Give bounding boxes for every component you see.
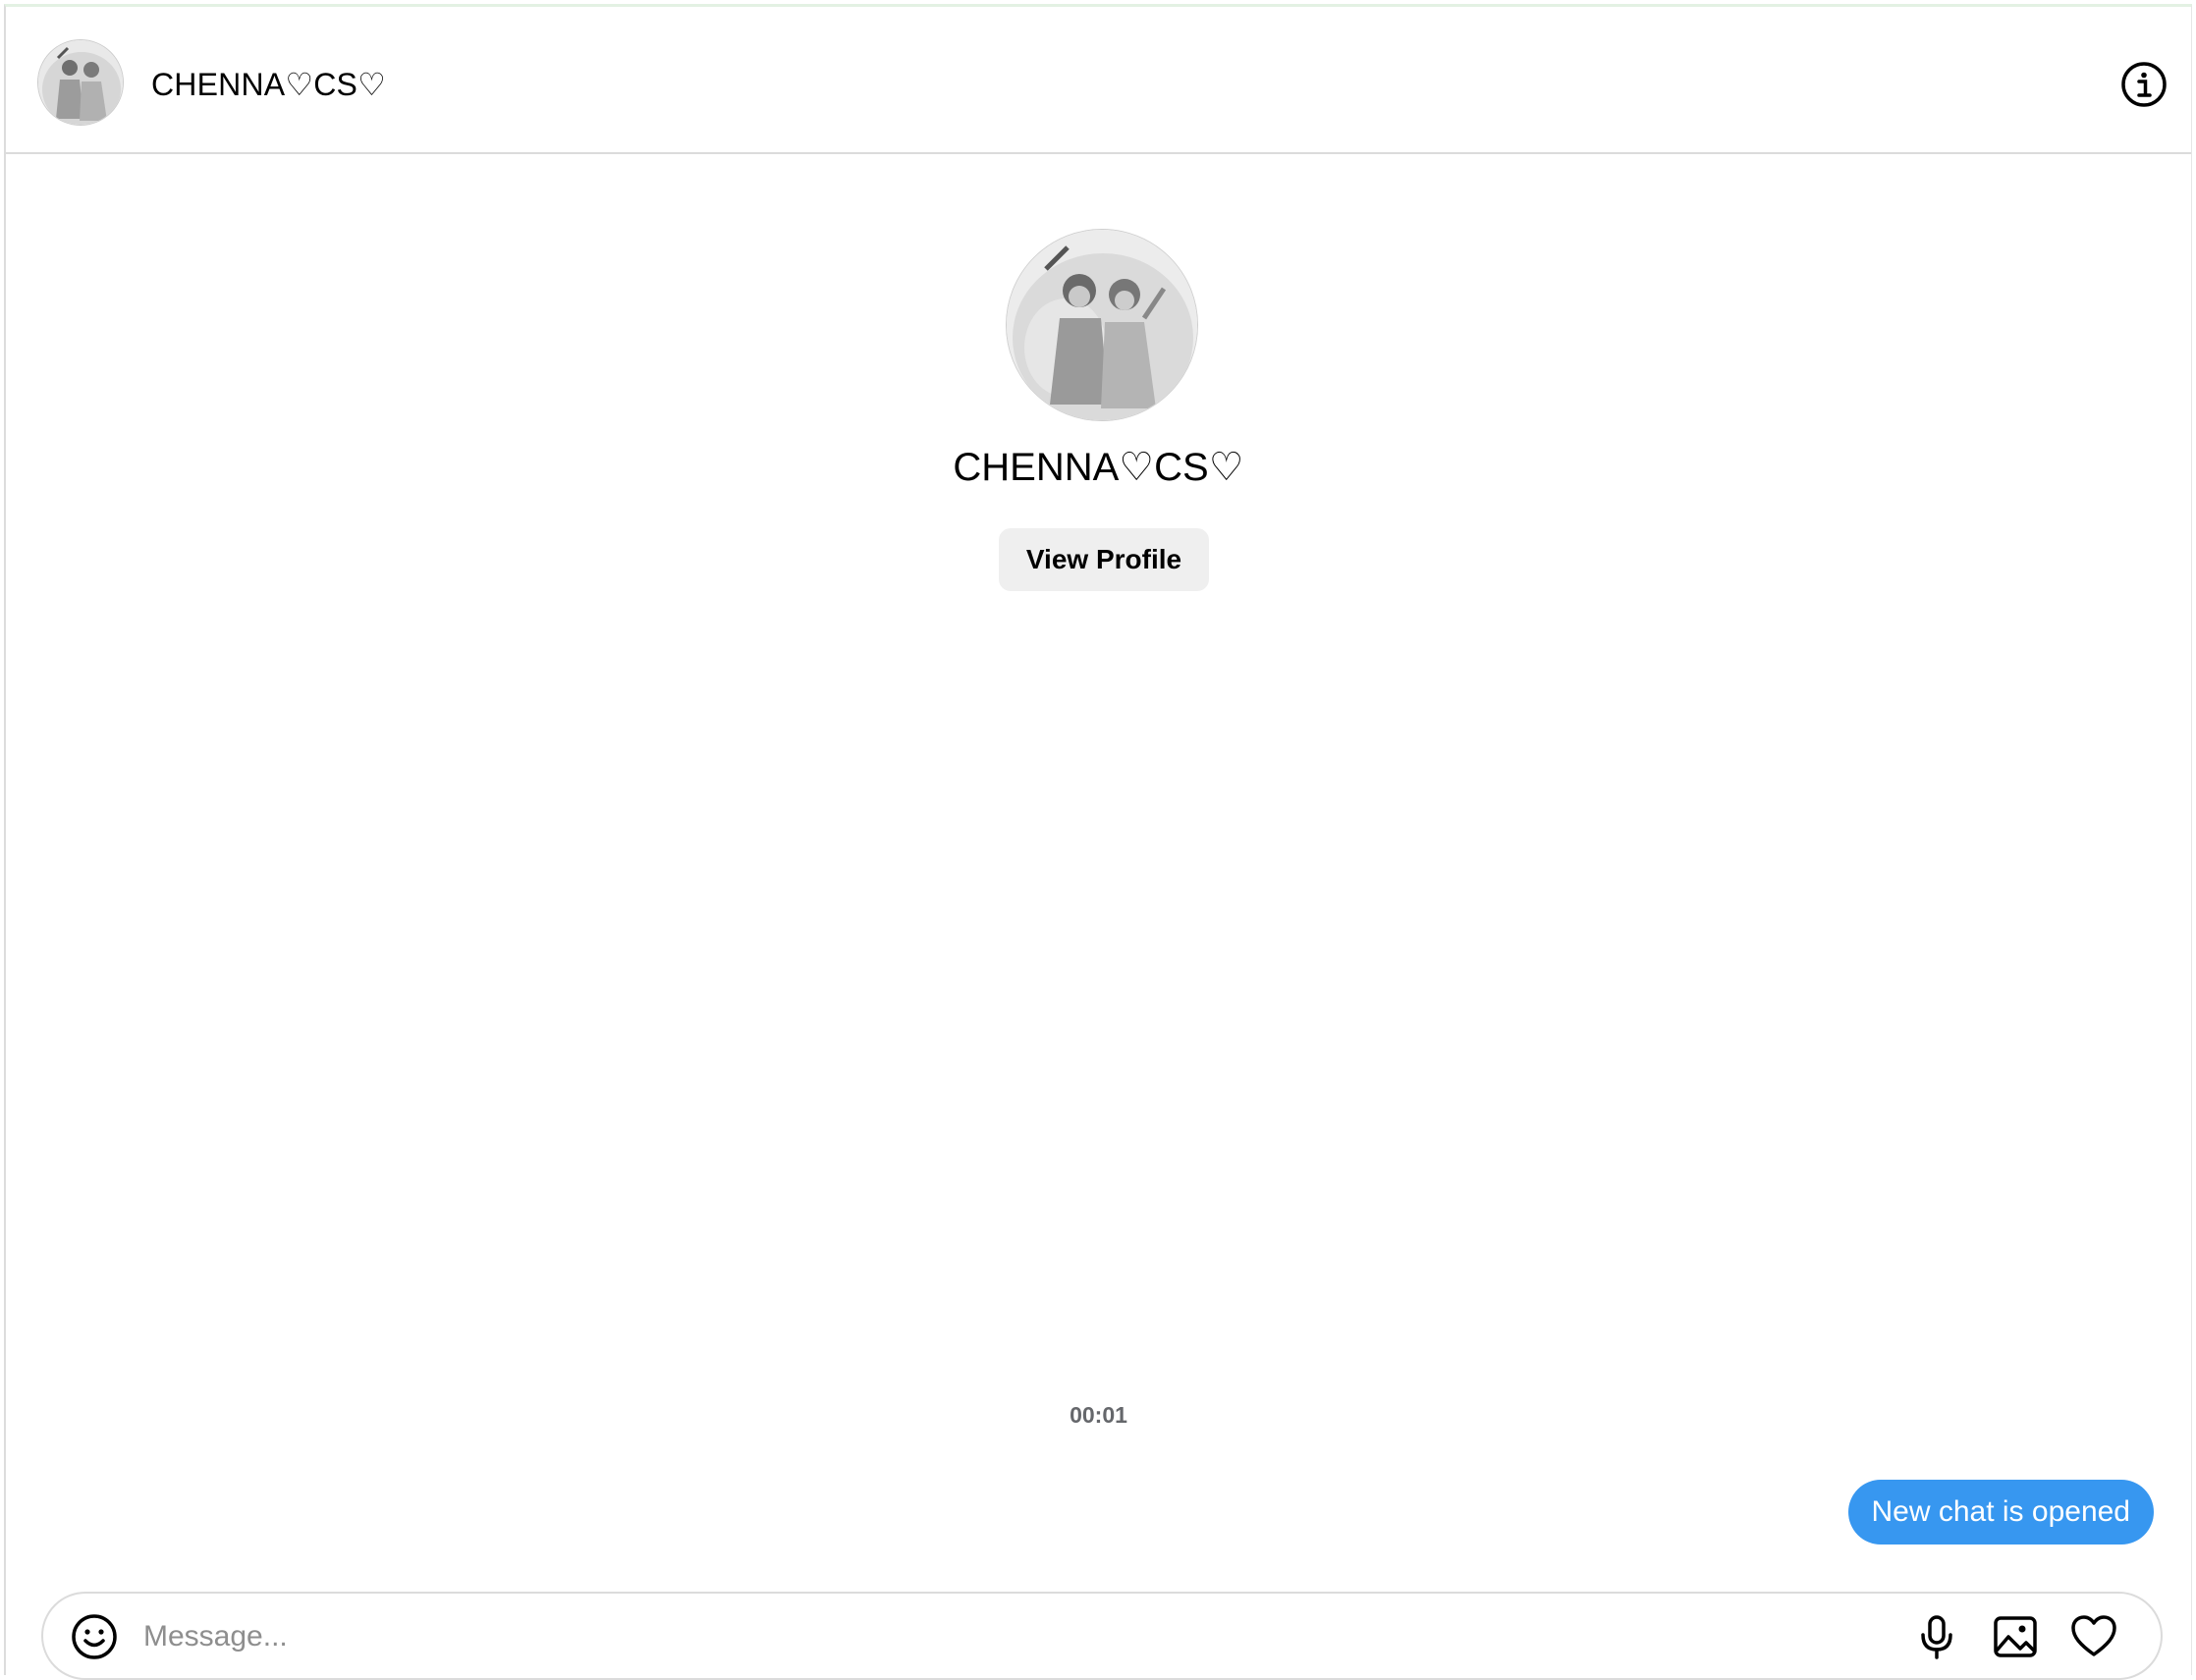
message-input[interactable]: [143, 1607, 1911, 1666]
image-icon[interactable]: [1992, 1613, 2039, 1660]
profile-avatar: [1006, 229, 1198, 421]
message-bubble-outgoing[interactable]: New chat is opened: [1847, 1480, 2154, 1545]
emoji-icon[interactable]: [71, 1613, 118, 1660]
profile-name: CHENNA♡CS♡: [953, 446, 1244, 489]
chat-window: CHENNA♡CS♡ CHENNA♡CS♡ View Profile 00:01…: [4, 4, 2192, 1680]
message-composer: [41, 1592, 2163, 1680]
header-title[interactable]: CHENNA♡CS♡: [151, 66, 386, 103]
heart-icon[interactable]: [2070, 1613, 2117, 1660]
microphone-icon[interactable]: [1913, 1613, 1960, 1660]
view-profile-button[interactable]: View Profile: [999, 528, 1209, 591]
info-icon[interactable]: [2120, 61, 2168, 108]
message-timestamp: 00:01: [1070, 1402, 1127, 1428]
chat-header: CHENNA♡CS♡: [6, 7, 2191, 154]
header-avatar[interactable]: [37, 39, 124, 126]
